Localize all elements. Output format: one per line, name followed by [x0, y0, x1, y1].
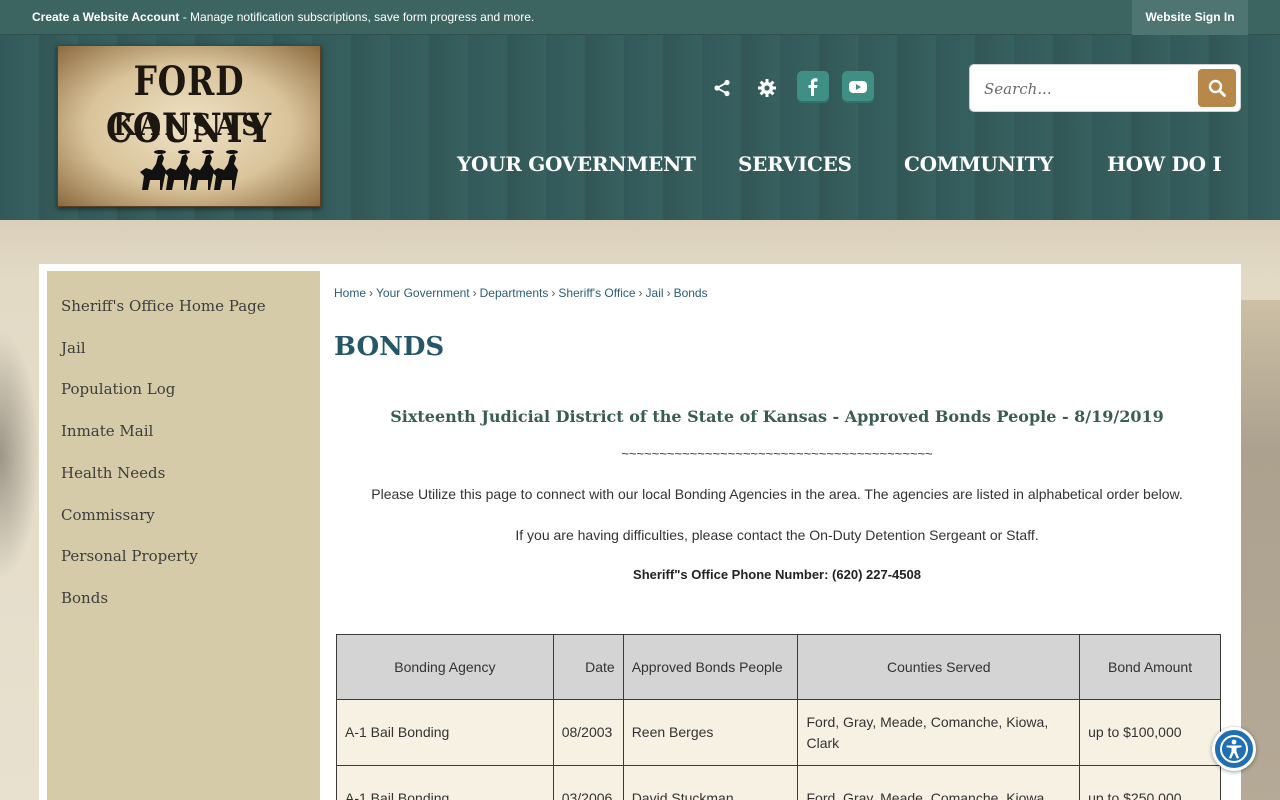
- cell-counties-served: Ford, Gray, Meade, Comanche, Kiowa,: [797, 765, 1081, 800]
- cell-bonding-agency: A-1 Bail Bonding: [336, 699, 554, 766]
- page-title: BONDS: [334, 332, 445, 362]
- create-account-link[interactable]: Create a Website Account: [32, 10, 179, 24]
- breadcrumb-jail[interactable]: Jail: [646, 286, 664, 300]
- column-header-approved-bonds-people: Approved Bonds People: [622, 634, 799, 700]
- sidebar-item-personal-property[interactable]: Personal Property: [61, 547, 198, 565]
- cell-approved-bonds-people: David Stuckman: [622, 765, 799, 800]
- page-subtitle: Sixteenth Judicial District of the State…: [390, 407, 1164, 426]
- youtube-icon[interactable]: [842, 71, 874, 103]
- background-longhorn: [0, 330, 40, 580]
- search-box: [969, 64, 1241, 112]
- column-header-counties-served: Counties Served: [797, 634, 1081, 700]
- gear-icon[interactable]: [751, 72, 783, 104]
- cowboys-silhouette-icon: [140, 150, 238, 190]
- logo-subtitle: KANSAS: [113, 108, 265, 143]
- sidebar-item-sheriffs-office-home[interactable]: Sheriff's Office Home Page: [61, 297, 266, 315]
- background-cowboy: [1240, 300, 1280, 800]
- sidebar-item-commissary[interactable]: Commissary: [61, 506, 155, 524]
- column-header-bond-amount: Bond Amount: [1079, 634, 1221, 700]
- sidebar-item-population-log[interactable]: Population Log: [61, 380, 175, 398]
- accessibility-button[interactable]: [1212, 727, 1256, 771]
- table-header-row: Bonding Agency Date Approved Bonds Peopl…: [336, 634, 1221, 700]
- breadcrumb-departments[interactable]: Departments: [480, 286, 549, 300]
- phone-number: Sheriff"s Office Phone Number: (620) 227…: [633, 567, 921, 582]
- account-banner[interactable]: Create a Website Account - Manage notifi…: [32, 10, 534, 24]
- nav-community[interactable]: COMMUNITY: [904, 152, 1053, 176]
- nav-how-do-i[interactable]: HOW DO I: [1107, 152, 1222, 176]
- breadcrumb: Home › Your Government › Departments › Sheriff…: [334, 286, 708, 300]
- sidebar-item-jail[interactable]: Jail: [61, 339, 86, 357]
- facebook-icon[interactable]: [797, 71, 829, 103]
- cell-bonding-agency: A-1 Bail Bonding: [336, 765, 554, 800]
- contact-paragraph: If you are having difficulties, please c…: [515, 527, 1039, 543]
- breadcrumb-sheriffs-office[interactable]: Sheriff's Office: [558, 286, 635, 300]
- nav-services[interactable]: SERVICES: [738, 152, 852, 176]
- share-icon[interactable]: [706, 72, 738, 104]
- account-description: - Manage notification subscriptions, sav…: [179, 10, 535, 24]
- cell-date: 03/2006: [552, 765, 624, 800]
- tilde-divider: ~~~~~~~~~~~~~~~~~~~~~~~~~~~~~~~~~~~~~~~~…: [621, 446, 933, 461]
- search-button[interactable]: [1198, 69, 1236, 107]
- top-bar: Create a Website Account - Manage notifi…: [0, 0, 1280, 35]
- cell-approved-bonds-people: Reen Berges: [622, 699, 799, 766]
- table-row: A-1 Bail Bonding 08/2003 Reen Berges For…: [336, 699, 1221, 766]
- search-input[interactable]: [984, 77, 1184, 101]
- search-icon: [1208, 79, 1226, 97]
- column-header-bonding-agency: Bonding Agency: [336, 634, 554, 700]
- table-row: A-1 Bail Bonding 03/2006 David Stuckman …: [336, 765, 1221, 800]
- intro-paragraph: Please Utilize this page to connect with…: [371, 486, 1183, 502]
- breadcrumb-home[interactable]: Home: [334, 286, 366, 300]
- cell-bond-amount: up to $250,000: [1079, 765, 1221, 800]
- bonds-table: Bonding Agency Date Approved Bonds Peopl…: [336, 634, 1221, 800]
- breadcrumb-your-government[interactable]: Your Government: [376, 286, 470, 300]
- cell-bond-amount: up to $100,000: [1079, 699, 1221, 766]
- county-logo[interactable]: FORD COUNTY KANSAS: [57, 45, 321, 207]
- sidebar: [47, 271, 320, 800]
- cell-counties-served: Ford, Gray, Meade, Comanche, Kiowa, Clar…: [797, 699, 1081, 766]
- nav-your-government[interactable]: YOUR GOVERNMENT: [457, 152, 696, 176]
- cell-date: 08/2003: [552, 699, 624, 766]
- accessibility-icon: [1220, 735, 1248, 763]
- sign-in-button[interactable]: Website Sign In: [1132, 0, 1248, 35]
- sidebar-item-bonds[interactable]: Bonds: [61, 589, 108, 607]
- sidebar-item-inmate-mail[interactable]: Inmate Mail: [61, 422, 153, 440]
- sidebar-item-health-needs[interactable]: Health Needs: [61, 464, 165, 482]
- column-header-date: Date: [552, 634, 624, 700]
- breadcrumb-bonds[interactable]: Bonds: [674, 286, 708, 300]
